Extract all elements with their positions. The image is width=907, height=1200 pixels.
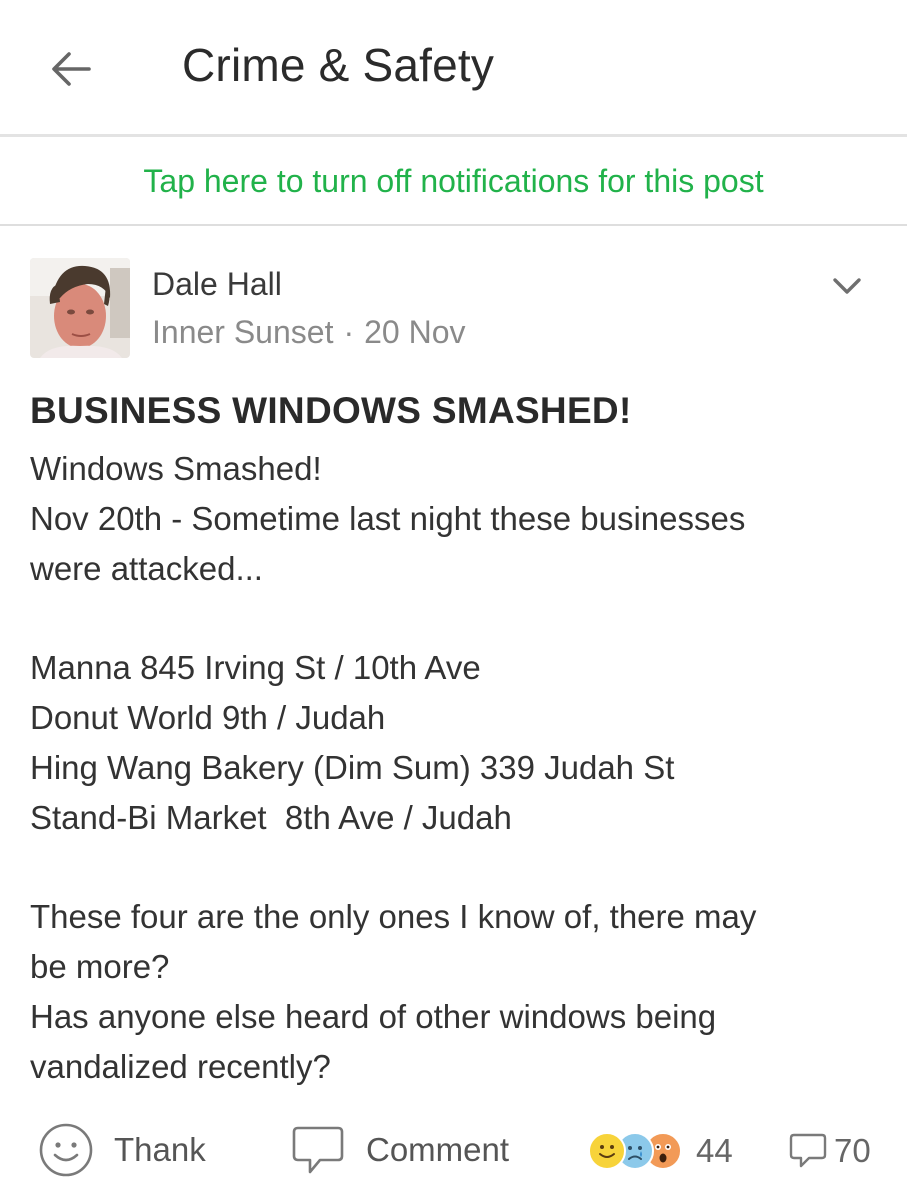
post-body-blank-line [30,842,880,892]
post-menu-button[interactable] [826,268,868,304]
post-body-line: were attacked... [30,549,263,587]
post-body-line: These four are the only ones I know of, … [30,898,757,936]
post-body-blank-line [30,593,880,643]
post-body-line: Manna 845 Irving St / 10th Ave [30,649,481,687]
post-meta: Inner Sunset · 20 Nov [152,314,466,351]
arrow-left-icon [52,52,91,86]
author-avatar[interactable] [30,258,130,358]
post-body-line: Has anyone else heard of other windows b… [30,997,717,1035]
notifications-toggle-text[interactable]: Tap here to turn off notifications for t… [143,163,763,200]
profile-photo [30,258,130,358]
comment-label: Comment [366,1131,510,1168]
notification-divider [0,224,907,226]
post-body-line: vandalized recently? [30,1047,331,1085]
thank-button[interactable]: Thank [38,1122,206,1178]
comment-button[interactable]: Comment [290,1122,509,1178]
smiley-outline-icon [39,1123,93,1177]
app-header: Crime & Safety [0,0,907,136]
reaction-count: 44 [696,1132,733,1169]
reactions-summary[interactable]: 44 [588,1128,733,1174]
speech-bubble-icon [292,1126,344,1174]
smile-emoji-icon [588,1132,626,1170]
thank-label: Thank [114,1131,206,1168]
author-name[interactable]: Dale Hall [152,266,282,303]
post-body: Windows Smashed! Nov 20th - Sometime last… [30,444,880,1091]
page-title: Crime & Safety [182,39,495,91]
post-action-bar: Thank Comment 44 70 [0,1110,907,1190]
back-button[interactable] [44,42,98,96]
comment-count-button[interactable]: 70 [788,1128,871,1174]
author-neighborhood[interactable]: Inner Sunset [152,314,333,350]
post-body-line: Nov 20th - Sometime last night these bus… [30,499,746,537]
post-body-line: be more? [30,947,170,985]
post-body-line: Windows Smashed! [30,450,322,487]
post-body-line: Hing Wang Bakery (Dim Sum) 339 Judah St [30,748,675,786]
post-body-line: Stand-Bi Market 8th Ave / Judah [30,798,512,836]
post-title: BUSINESS WINDOWS SMASHED! [30,390,632,431]
notifications-toggle-bar[interactable]: Tap here to turn off notifications for t… [0,137,907,225]
post-date: 20 Nov [364,314,466,350]
comment-count: 70 [834,1132,871,1169]
post-body-line: Donut World 9th / Judah [30,698,386,736]
meta-separator: · [343,314,355,350]
chevron-down-icon [833,278,861,294]
speech-bubble-small-icon [789,1133,827,1168]
